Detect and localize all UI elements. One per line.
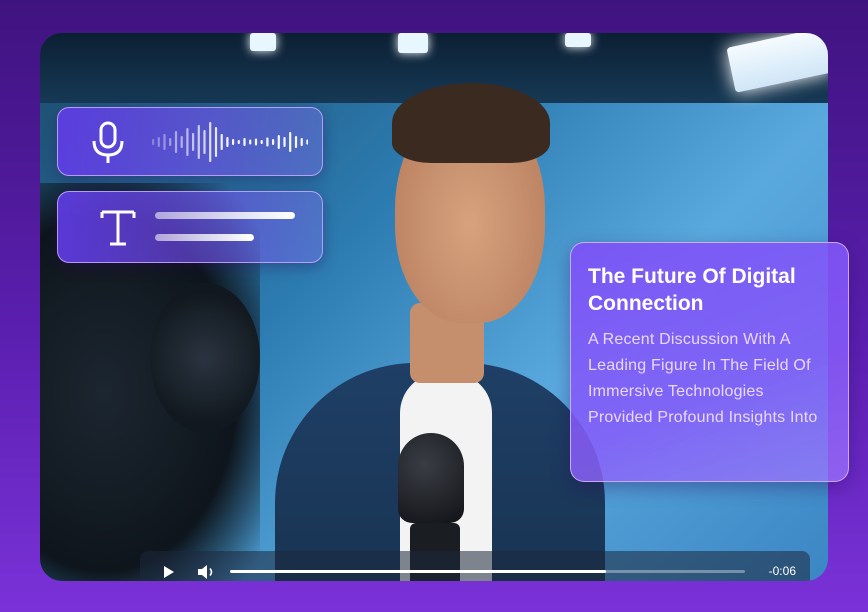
- article-title: The Future Of Digital Connection: [588, 265, 796, 315]
- waveform-bar: [232, 139, 235, 145]
- waveform-bar: [260, 140, 263, 144]
- article-excerpt: A Recent Discussion With A Leading Figur…: [588, 331, 818, 426]
- waveform-bar: [237, 140, 240, 144]
- volume-icon[interactable]: [196, 563, 216, 581]
- handheld-microphone: [398, 433, 464, 523]
- progress-track[interactable]: [230, 570, 745, 573]
- waveform-bar: [192, 133, 195, 151]
- waveform-bar: [197, 125, 200, 159]
- waveform-bar: [300, 138, 303, 146]
- waveform-bar: [277, 135, 280, 149]
- waveform-bar: [289, 132, 292, 152]
- waveform-bar: [226, 137, 229, 147]
- waveform-bar: [169, 138, 172, 146]
- waveform-bar: [180, 136, 183, 148]
- waveform-bar: [306, 139, 308, 145]
- waveform-bar: [214, 127, 218, 157]
- text-t-icon: [100, 210, 136, 246]
- waveform-bar: [186, 128, 189, 156]
- waveform-bar: [152, 139, 155, 145]
- play-icon[interactable]: [162, 565, 176, 579]
- text-panel: [57, 191, 323, 263]
- waveform-bar: [249, 139, 252, 145]
- text-line-placeholder: [155, 212, 295, 219]
- waveform-bar: [272, 139, 275, 145]
- waveform-bar: [203, 130, 206, 154]
- presenter-hair: [392, 83, 550, 163]
- waveform-bar: [220, 134, 223, 150]
- waveform-bar: [163, 134, 166, 150]
- microphone-icon: [92, 121, 124, 163]
- waveform-bar: [294, 136, 298, 148]
- progress-fill: [230, 570, 606, 573]
- waveform-bar: [209, 122, 212, 162]
- studio-light: [398, 33, 428, 53]
- camera-lens: [150, 283, 260, 433]
- video-controls: -0:06: [140, 551, 810, 581]
- studio-light: [565, 33, 591, 47]
- waveform-bar: [174, 131, 178, 153]
- studio-light: [250, 33, 276, 51]
- waveform-bar: [243, 138, 246, 146]
- waveform-bar: [266, 137, 269, 147]
- waveform-icon: [152, 122, 308, 162]
- waveform-bar: [254, 138, 258, 146]
- text-line-placeholder: [155, 234, 254, 241]
- waveform-bar: [283, 137, 286, 147]
- time-remaining: -0:06: [768, 564, 796, 578]
- waveform-bar: [157, 137, 160, 147]
- article-card[interactable]: The Future Of Digital Connection A Recen…: [570, 242, 849, 482]
- audio-panel: [57, 107, 323, 176]
